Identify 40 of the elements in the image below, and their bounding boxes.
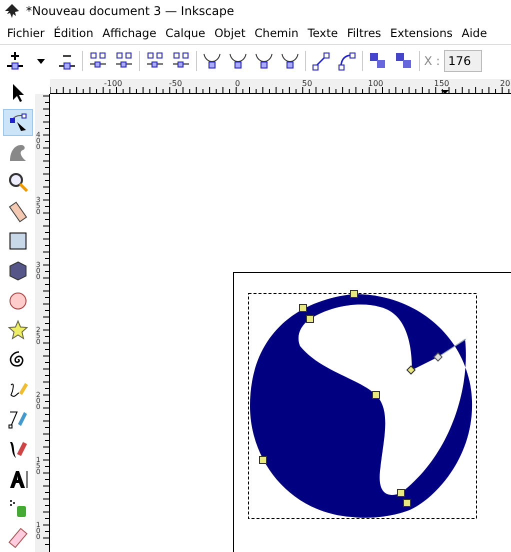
zoom-tool-icon xyxy=(6,170,28,193)
window-title: *Nouveau document 3 — Inkscape xyxy=(26,4,234,18)
star-tool-icon xyxy=(6,319,28,342)
path-node[interactable] xyxy=(306,315,314,323)
path-node[interactable] xyxy=(372,391,380,399)
menu-item[interactable]: Objet xyxy=(214,26,246,40)
ruler-label: -100 xyxy=(104,79,122,88)
menu-item[interactable]: Chemin xyxy=(254,26,299,40)
menu-item[interactable]: Filtres xyxy=(346,26,382,40)
x-label: X : xyxy=(424,54,440,68)
path-node[interactable] xyxy=(406,365,416,375)
menu-item[interactable]: Aide xyxy=(462,26,488,40)
menu-item[interactable]: Extensions xyxy=(390,26,453,40)
node-handle[interactable] xyxy=(433,352,443,362)
ruler-label: 0 xyxy=(235,79,240,88)
ruler-label: 50 xyxy=(302,79,312,88)
ruler-label: 100 xyxy=(368,79,384,88)
path-node[interactable] xyxy=(350,290,358,298)
path-node[interactable] xyxy=(397,489,405,497)
menu-item[interactable]: Texte xyxy=(308,26,338,40)
path-node[interactable] xyxy=(299,304,307,312)
app-logo-icon xyxy=(4,3,20,19)
menu-item[interactable]: Fichier xyxy=(7,26,45,40)
line-segment-icon[interactable] xyxy=(310,50,332,72)
curve-segment-icon[interactable] xyxy=(336,50,358,72)
box3d-tool-icon xyxy=(6,260,28,282)
ruler-label: -50 xyxy=(169,79,182,88)
tool-button[interactable] xyxy=(2,108,32,136)
handle-line xyxy=(438,338,466,358)
add-node-icon[interactable] xyxy=(4,50,26,72)
x-input-field[interactable]: 176 xyxy=(444,50,482,72)
path-node[interactable] xyxy=(259,456,267,464)
menu-item[interactable]: Édition xyxy=(54,26,94,40)
ruler-label: 150 xyxy=(434,79,450,88)
rect-tool-icon xyxy=(6,230,28,252)
ruler-label: 20 xyxy=(500,79,510,88)
ellipse-tool-icon xyxy=(6,290,28,312)
path-node[interactable] xyxy=(403,499,411,507)
menu-item[interactable]: Calque xyxy=(165,26,206,40)
menu-item[interactable]: Affichage xyxy=(102,26,156,40)
